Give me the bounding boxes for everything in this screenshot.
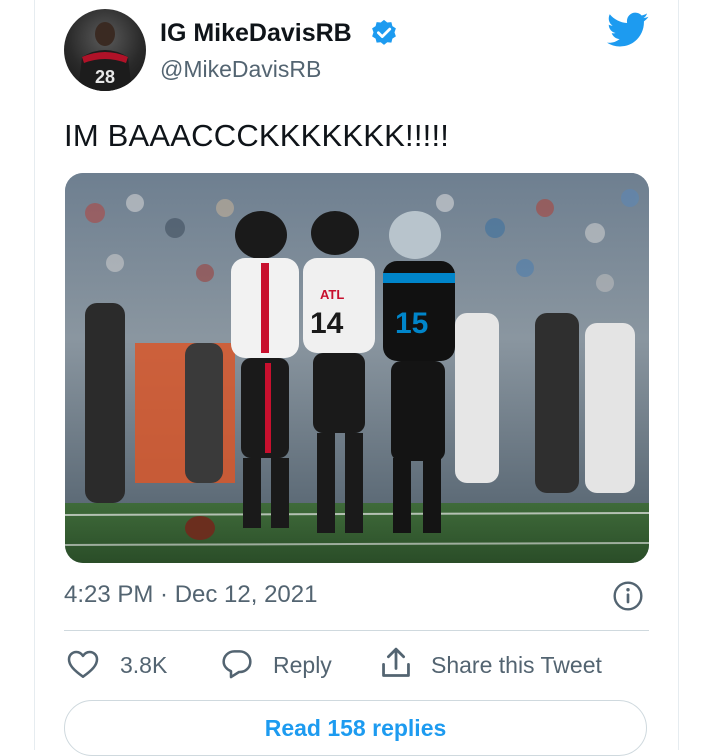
tweet-text: IM BAAACCCKKKKKKK!!!!! [64,118,450,153]
reply-button[interactable]: Reply [273,652,332,679]
helmet-logo-text: ATL [320,287,344,302]
twitter-bird-icon[interactable] [607,12,649,48]
reply-bubble-icon[interactable] [221,648,253,680]
handle[interactable]: @MikeDavisRB [160,56,321,83]
info-icon[interactable] [612,580,644,612]
divider [64,630,649,631]
heart-icon[interactable] [67,649,99,679]
read-replies-button[interactable]: Read 158 replies [64,700,647,756]
avatar[interactable]: 28 [64,9,146,91]
avatar-jersey-number: 28 [95,67,115,87]
card-border-right [678,0,679,750]
jersey-number-14: 14 [310,307,344,340]
football [185,516,215,540]
jersey-number-15: 15 [395,307,428,340]
card-border-left [34,0,35,750]
tweet-media-photo[interactable]: ATL 14 15 [65,173,649,563]
like-count[interactable]: 3.8K [120,652,167,679]
display-name[interactable]: IG MikeDavisRB [160,19,352,48]
share-tweet-button[interactable]: Share this Tweet [431,652,602,679]
share-upload-icon[interactable] [379,645,413,681]
tweet-timestamp[interactable]: 4:23 PM · Dec 12, 2021 [64,581,317,609]
verified-badge-icon [372,19,396,45]
